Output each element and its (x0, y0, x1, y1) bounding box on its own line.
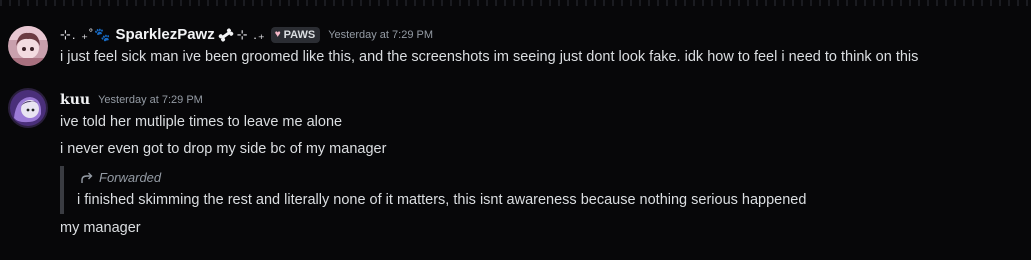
message-kuu[interactable]: kuu Yesterday at 7:29 PM ive told her mu… (0, 80, 1031, 250)
timestamp[interactable]: Yesterday at 7:29 PM (98, 94, 203, 106)
server-tag-label: PAWS (283, 28, 316, 41)
forwarded-message[interactable]: Forwarded i finished skimming the rest a… (60, 166, 864, 214)
message-line: my manager (60, 220, 141, 236)
avatar-sparklezpawz[interactable] (8, 26, 48, 66)
username[interactable]: kuu (60, 92, 90, 108)
message-sparklezpawz[interactable]: ⊹. ₊˚🐾 SparklezPawz ⊹ .₊ ♥ PAWS Yesterda… (0, 0, 1031, 74)
username-decoration-left: ⊹. ₊˚🐾 (60, 26, 112, 42)
message-line: ive told her mutliple times to leave me … (60, 114, 343, 130)
heart-icon: ♥ (274, 29, 281, 40)
forwarded-label-text: Forwarded (99, 170, 162, 185)
forward-arrow-icon (81, 172, 93, 183)
avatar-kuu[interactable] (8, 88, 48, 128)
timestamp[interactable]: Yesterday at 7:29 PM (328, 29, 433, 41)
username-decoration-right: ⊹ .₊ (236, 26, 266, 42)
message-header: kuu Yesterday at 7:29 PM (60, 92, 203, 108)
forwarded-text: i finished skimming the rest and literal… (77, 192, 807, 208)
message-header: ⊹. ₊˚🐾 SparklezPawz ⊹ .₊ ♥ PAWS Yesterda… (60, 26, 433, 43)
bone-icon (218, 27, 234, 42)
message-line: i never even got to drop my side bc of m… (60, 141, 387, 157)
server-tag[interactable]: ♥ PAWS (270, 26, 321, 43)
message-text: i just feel sick man ive been groomed li… (60, 49, 919, 65)
username[interactable]: SparklezPawz (116, 26, 215, 43)
forwarded-label: Forwarded (80, 170, 161, 185)
